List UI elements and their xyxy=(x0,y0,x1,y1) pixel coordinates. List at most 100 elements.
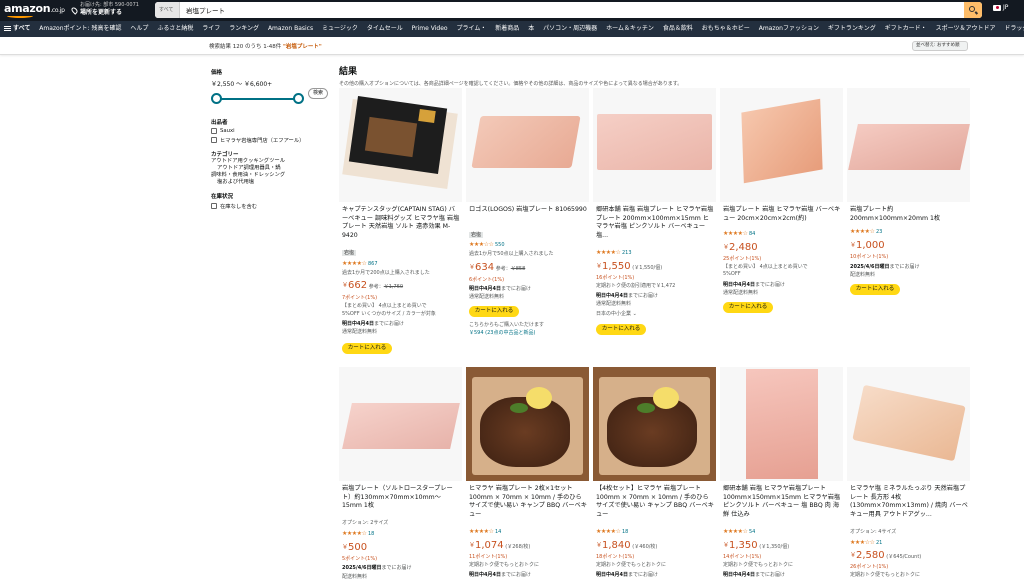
brand-checkbox[interactable]: ヒマラヤ岩塩専門店（エフアール） xyxy=(211,136,331,144)
nav-item[interactable]: プライム・ xyxy=(456,21,486,37)
review-count[interactable]: 54 xyxy=(749,529,755,535)
product-price: ￥1,840 xyxy=(596,540,631,551)
product-image[interactable] xyxy=(339,367,462,481)
brand-checkbox[interactable]: Sauxi xyxy=(211,128,331,134)
nav-item[interactable]: ドラッグストア xyxy=(1004,21,1024,37)
nav-item[interactable]: ヘルプ xyxy=(130,21,148,37)
add-to-cart-button[interactable]: カートに入れる xyxy=(723,302,773,313)
size-options[interactable]: オプション: 2サイズ xyxy=(342,519,388,526)
product-title[interactable]: ロゴス(LOGOS) 岩塩プレート 81065990 xyxy=(469,206,587,215)
search-input[interactable] xyxy=(186,2,966,18)
nav-item[interactable]: ギフトカード・ xyxy=(885,21,927,37)
nav-item[interactable]: Amazon Basics xyxy=(268,21,313,37)
add-to-cart-button[interactable]: カートに入れる xyxy=(342,343,392,354)
product-title[interactable]: ヒマラヤ 岩塩プレート 2枚×1セット100mm × 70mm × 10mm /… xyxy=(469,485,587,519)
nav-item[interactable]: ライフ xyxy=(202,21,220,37)
product-title[interactable]: 岩塩プレート 岩塩 ヒマラヤ岩塩 バーベキュー 20cm×20cm×2cm(約) xyxy=(723,206,841,223)
product-title[interactable]: 郷研本舗 岩塩 岩塩プレート ヒマラヤ岩塩プレート 200mm×100mm×15… xyxy=(596,206,714,240)
star-rating-icon[interactable]: ★★★★☆ xyxy=(342,530,367,537)
product-title[interactable]: 【4枚セット】ヒマラヤ 岩塩プレート100mm × 70mm × 10mm / … xyxy=(596,485,714,519)
product-price: ￥662 xyxy=(342,280,368,291)
review-count[interactable]: 867 xyxy=(368,261,378,267)
review-count[interactable]: 14 xyxy=(495,529,501,535)
stock-checkbox[interactable]: 在庫なしを含む xyxy=(211,202,331,210)
category-link[interactable]: 調味料・食用油・ドレッシング xyxy=(211,172,331,179)
product-image[interactable] xyxy=(593,88,716,202)
product-image[interactable] xyxy=(720,367,843,481)
search-category-select[interactable]: すべて xyxy=(155,2,180,18)
price-max-handle[interactable] xyxy=(293,93,304,104)
star-rating-icon[interactable]: ★★★★☆ xyxy=(342,260,367,267)
category-link[interactable]: アウトドア調理用器具・鍋 xyxy=(217,165,331,172)
nav-item[interactable]: ふるさと納税 xyxy=(157,21,193,37)
filter-sidebar: 価格 ￥2,550 〜 ￥6,600+ 検索 出品者 Sauxi ヒマラヤ岩塩専… xyxy=(211,62,331,210)
nav-item[interactable]: 食品＆飲料 xyxy=(663,21,693,37)
sort-dropdown[interactable]: 並べ替え: おすすめ順 xyxy=(912,41,968,51)
product-title[interactable]: 岩塩プレート約 200mm×100mm×20mm 1枚 xyxy=(850,206,968,223)
product-title[interactable]: 郷研本舗 岩塩 ヒマラヤ岩塩プレート 100mm×150mm×15mm ヒマラヤ… xyxy=(723,485,841,519)
add-to-cart-button[interactable]: カートに入れる xyxy=(469,306,519,317)
review-count[interactable]: 18 xyxy=(622,529,628,535)
star-rating-icon[interactable]: ★★★★☆ xyxy=(723,528,748,535)
nav-item[interactable]: 新着商品 xyxy=(495,21,519,37)
nav-item[interactable]: タイムセール xyxy=(367,21,403,37)
review-count[interactable]: 213 xyxy=(622,250,632,256)
star-rating-icon[interactable]: ★★★★☆ xyxy=(723,230,748,237)
star-rating-icon[interactable]: ★★★★☆ xyxy=(469,528,494,535)
review-count[interactable]: 23 xyxy=(876,229,882,235)
nav-all-menu[interactable]: すべて xyxy=(4,21,30,37)
star-rating-icon[interactable]: ★★★★☆ xyxy=(596,528,621,535)
nav-item[interactable]: Amazonファッション xyxy=(759,21,819,37)
star-rating-icon[interactable]: ★★★☆☆ xyxy=(850,539,875,546)
nav-item[interactable]: おもちゃ＆ホビー xyxy=(702,21,750,37)
product-image[interactable] xyxy=(466,367,589,481)
product-price: ￥1,000 xyxy=(850,240,885,251)
category-link[interactable]: 塩および代用塩 xyxy=(217,179,331,186)
points: 10ポイント(1%) xyxy=(850,254,889,260)
product-image[interactable] xyxy=(720,88,843,202)
product-title[interactable]: キャプテンスタッグ(CAPTAIN STAG) バーベキュー 調味料グッズ ヒマ… xyxy=(342,206,460,240)
review-count[interactable]: 84 xyxy=(749,231,755,237)
nav-item[interactable]: ギフトランキング xyxy=(828,21,876,37)
nav-item[interactable]: 本 xyxy=(528,21,534,37)
category-link[interactable]: アウトドア用クッキングツール xyxy=(211,158,331,165)
bought-note: 過去1か月で200点以上購入されました xyxy=(342,270,430,276)
language-selector[interactable]: JP xyxy=(993,4,1008,11)
search-button[interactable] xyxy=(964,2,982,18)
subscribe-note: 定期おトク便の割引適用で￥1,472 xyxy=(596,283,676,289)
small-business-badge[interactable]: 日本の中小企業 ⌄ xyxy=(596,310,637,317)
product-image[interactable] xyxy=(593,367,716,481)
shipping-note: 通常配送料無料 xyxy=(469,294,505,300)
product-title[interactable]: ヒマラヤ塩 ミネラルたっぷり 天然岩塩プレート 長方形 4枚(130mm×70m… xyxy=(850,485,968,519)
product-image[interactable] xyxy=(847,367,970,481)
nav-item[interactable]: ホーム＆キッチン xyxy=(606,21,654,37)
price-slider[interactable] xyxy=(211,92,306,106)
product-title[interactable]: 岩塩プレート（ソルトロースタープレート）約130mm×70mm×10mm〜15m… xyxy=(342,485,460,511)
add-to-cart-button[interactable]: カートに入れる xyxy=(596,324,646,335)
star-rating-icon[interactable]: ★★★★☆ xyxy=(850,228,875,235)
review-count[interactable]: 550 xyxy=(495,242,505,248)
price-min-handle[interactable] xyxy=(211,93,222,104)
nav-item[interactable]: Amazonポイント: 残高を確認 xyxy=(39,21,121,37)
category-filter-title: カテゴリー xyxy=(211,152,239,158)
other-offers-link[interactable]: ￥594 (23点の中古品と新品) xyxy=(469,329,535,336)
product-image[interactable] xyxy=(339,88,462,202)
review-count[interactable]: 18 xyxy=(368,531,374,537)
amazon-logo[interactable]: amazon.co.jp xyxy=(4,2,65,18)
size-options[interactable]: オプション: 4サイズ xyxy=(850,528,896,535)
price-range-text: ￥2,550 〜 ￥6,600+ xyxy=(211,81,273,88)
product-image[interactable] xyxy=(466,88,589,202)
nav-item[interactable]: ランキング xyxy=(229,21,259,37)
nav-item[interactable]: パソコン・周辺機器 xyxy=(543,21,597,37)
review-count[interactable]: 21 xyxy=(876,540,882,546)
results-title: 結果 xyxy=(339,67,358,77)
deliver-to[interactable]: お届け先: 部市 590-0071 場所を更新する xyxy=(80,2,139,17)
nav-item[interactable]: スポーツ＆アウトドア xyxy=(936,21,996,37)
star-rating-icon[interactable]: ★★★☆☆ xyxy=(469,241,494,248)
nav-item[interactable]: ミュージック xyxy=(322,21,358,37)
product-image[interactable] xyxy=(847,88,970,202)
add-to-cart-button[interactable]: カートに入れる xyxy=(850,284,900,295)
price-go-button[interactable]: 検索 xyxy=(308,88,328,99)
star-rating-icon[interactable]: ★★★★☆ xyxy=(596,249,621,256)
nav-item[interactable]: Prime Video xyxy=(412,21,448,37)
